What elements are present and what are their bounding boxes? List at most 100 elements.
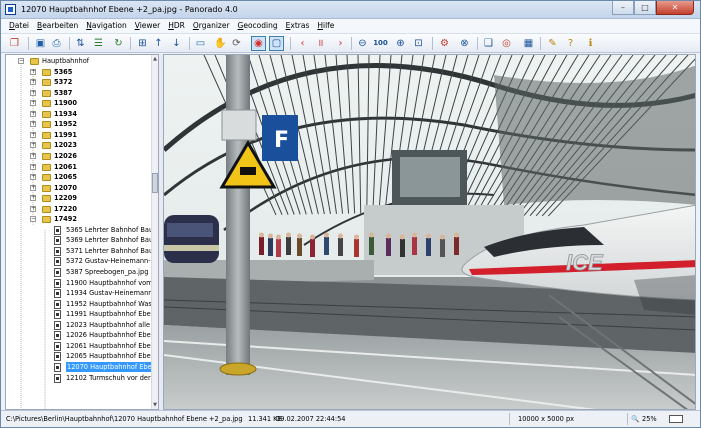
previous-icon[interactable]: ‹ bbox=[295, 36, 310, 51]
tree-folder-item[interactable]: +12065 bbox=[6, 172, 152, 183]
menu-viewer[interactable]: Viewer bbox=[131, 19, 165, 33]
tree-folder-item[interactable]: +12070 bbox=[6, 183, 152, 194]
tree-folder-item[interactable]: +12061 bbox=[6, 162, 152, 173]
edit-list-icon[interactable]: ☰ bbox=[91, 36, 106, 51]
menu-organizer[interactable]: Organizer bbox=[189, 19, 234, 33]
expand-icon[interactable]: + bbox=[30, 195, 36, 202]
tree-folder-item[interactable]: +12209 bbox=[6, 193, 152, 204]
tree-folder-item[interactable]: − Hauptbahnhof bbox=[6, 56, 152, 67]
tree-file-item[interactable]: 12070 Hauptbahnhof Ebene +2 bbox=[6, 361, 158, 373]
rotate-icon[interactable]: ⟳ bbox=[229, 36, 244, 51]
platform-sign-letter: F bbox=[274, 128, 289, 153]
tree-folder-item[interactable]: +11934 bbox=[6, 109, 152, 120]
folder-icon bbox=[42, 89, 51, 97]
tree-file-item[interactable]: 12065 Hauptbahnhof Ebene +1 bbox=[6, 351, 158, 362]
zoom-fit-icon[interactable]: ⊡ bbox=[411, 36, 426, 51]
next-icon[interactable]: › bbox=[333, 36, 348, 51]
tree-file-item[interactable]: 11991 Hauptbahnhof Ebene 0 S bbox=[6, 309, 158, 320]
expand-icon[interactable]: + bbox=[30, 121, 36, 128]
zoom-out-icon[interactable]: ⊖ bbox=[355, 36, 370, 51]
title-bar[interactable]: 12070 Hauptbahnhof Ebene +2_pa.jpg - Pan… bbox=[1, 1, 700, 19]
geo-icon[interactable]: ⊗ bbox=[457, 36, 472, 51]
tree-folder-item[interactable]: +5372 bbox=[6, 77, 152, 88]
fit-window-icon[interactable]: ▢ bbox=[269, 36, 284, 51]
zoom-in-icon[interactable]: ⊕ bbox=[393, 36, 408, 51]
tree-file-item[interactable]: 12026 Hauptbahnhof Ebene -1 bbox=[6, 330, 158, 341]
tree-file-item[interactable]: 5372 Gustav-Heinemann-Brück bbox=[6, 256, 158, 267]
sort-icon[interactable]: ⇅ bbox=[73, 36, 88, 51]
refresh-icon[interactable]: ↻ bbox=[111, 36, 126, 51]
pause-icon[interactable]: ॥ bbox=[313, 36, 328, 51]
menu-extras[interactable]: Extras bbox=[282, 19, 314, 33]
expand-icon[interactable]: + bbox=[30, 142, 36, 149]
expand-icon[interactable]: + bbox=[30, 100, 36, 107]
close-button[interactable]: ✕ bbox=[656, 1, 694, 15]
image-view-icon[interactable]: ▭ bbox=[193, 36, 208, 51]
tree-folder-item[interactable]: +11991 bbox=[6, 130, 152, 141]
tree-file-item[interactable]: 12023 Hauptbahnhof alle Eben bbox=[6, 320, 158, 331]
tree-file-item[interactable]: 5369 Lehrter Bahnhof Baustelle bbox=[6, 235, 158, 246]
info-icon[interactable]: ℹ bbox=[583, 36, 598, 51]
tree-file-item[interactable]: 11934 Gustav-Heinemann-Brüc bbox=[6, 288, 158, 299]
auto-pan-icon[interactable]: ◉ bbox=[251, 36, 266, 51]
menu-hilfe[interactable]: Hilfe bbox=[313, 19, 338, 33]
collapse-icon[interactable]: − bbox=[18, 58, 24, 64]
tree-folder-item[interactable]: +12023 bbox=[6, 140, 152, 151]
expand-icon[interactable]: + bbox=[30, 68, 36, 75]
scroll-down-arrow-icon[interactable]: ▼ bbox=[152, 401, 158, 409]
globe-icon[interactable]: ◎ bbox=[499, 36, 514, 51]
print-icon[interactable]: ⎙ bbox=[49, 36, 64, 51]
thumbnails-icon[interactable]: ⊞ bbox=[135, 36, 150, 51]
tree-folder-item[interactable]: +5387 bbox=[6, 88, 152, 99]
menu-hdr[interactable]: HDR bbox=[164, 19, 189, 33]
expand-icon[interactable]: + bbox=[30, 79, 36, 86]
new-window-icon[interactable]: ❐ bbox=[7, 36, 22, 51]
expand-icon[interactable]: + bbox=[30, 184, 36, 191]
tree-file-item[interactable]: 11900 Hauptbahnhof vom Spre bbox=[6, 278, 158, 289]
menu-navigation[interactable]: Navigation bbox=[82, 19, 130, 33]
expand-icon[interactable]: + bbox=[30, 131, 36, 138]
tree-item-label: 12065 bbox=[54, 173, 77, 182]
tree-folder-item[interactable]: +5365 bbox=[6, 67, 152, 78]
expand-icon[interactable]: + bbox=[30, 89, 36, 96]
tree-scrollbar[interactable]: ▲ ▼ bbox=[151, 55, 158, 409]
expand-icon[interactable]: + bbox=[30, 205, 36, 212]
up-icon[interactable]: ↑ bbox=[151, 36, 166, 51]
tree-folder-item[interactable]: +12026 bbox=[6, 151, 152, 162]
tree-file-item[interactable]: 11952 Hauptbahnhof Washingt bbox=[6, 299, 158, 310]
down-icon[interactable]: ↓ bbox=[169, 36, 184, 51]
open-folder-icon[interactable]: ▣ bbox=[33, 36, 48, 51]
tree-folder-item[interactable]: − 17492 bbox=[6, 214, 152, 225]
expand-icon[interactable]: + bbox=[30, 163, 36, 170]
minimize-button[interactable]: – bbox=[612, 1, 634, 15]
network-icon[interactable]: ▦ bbox=[521, 36, 536, 51]
panorama-viewer[interactable]: ICE F bbox=[163, 54, 696, 410]
tree-file-item[interactable]: 12102 Turmschuh vor der Schw bbox=[6, 373, 158, 384]
tree-folder-item[interactable]: +11900 bbox=[6, 98, 152, 109]
tree-item-label: 11900 bbox=[54, 99, 77, 108]
tree-file-item[interactable]: 5371 Lehrter Bahnhof Baustelle bbox=[6, 246, 158, 257]
stereo-icon[interactable]: ⚙ bbox=[437, 36, 452, 51]
menu-bearbeiten[interactable]: Bearbeiten bbox=[33, 19, 82, 33]
tree-file-item[interactable]: 5387 Spreebogen_pa.jpg bbox=[6, 267, 152, 278]
slideshow-icon[interactable]: ❑ bbox=[481, 36, 496, 51]
help-icon[interactable]: ? bbox=[563, 36, 578, 51]
tools-icon[interactable]: ✎ bbox=[545, 36, 560, 51]
expand-icon[interactable]: + bbox=[30, 152, 36, 159]
zoom-100-icon[interactable]: 100 bbox=[373, 36, 388, 51]
view-mode-icon[interactable] bbox=[669, 415, 683, 423]
menu-datei[interactable]: Datei bbox=[5, 19, 33, 33]
menu-geocoding[interactable]: Geocoding bbox=[234, 19, 282, 33]
scroll-up-arrow-icon[interactable]: ▲ bbox=[152, 55, 158, 63]
tree-file-item[interactable]: 12061 Hauptbahnhof Ebene 0 N bbox=[6, 341, 158, 352]
expand-icon[interactable]: + bbox=[30, 110, 36, 117]
tree-folder-item[interactable]: +11952 bbox=[6, 119, 152, 130]
folder-icon bbox=[42, 216, 51, 224]
scroll-thumb[interactable] bbox=[152, 173, 158, 193]
collapse-icon[interactable]: − bbox=[30, 216, 36, 223]
tree-file-item[interactable]: 5365 Lehrter Bahnhof Baustelle bbox=[6, 225, 158, 236]
maximize-button[interactable]: □ bbox=[634, 1, 656, 15]
hand-tool-icon[interactable]: ✋ bbox=[213, 36, 228, 51]
tree-folder-item[interactable]: +17220 bbox=[6, 204, 152, 215]
expand-icon[interactable]: + bbox=[30, 174, 36, 181]
